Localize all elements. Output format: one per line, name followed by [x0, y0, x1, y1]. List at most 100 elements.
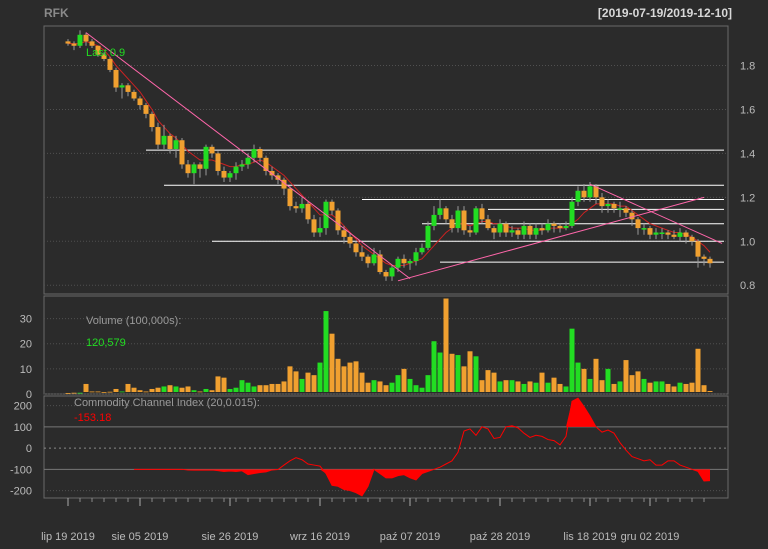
candle — [707, 258, 713, 264]
candle — [293, 206, 299, 209]
volume-bar — [113, 388, 119, 392]
volume-bar — [359, 372, 365, 392]
candle — [581, 190, 587, 198]
x-tick-label: sie 26 2019 — [202, 531, 259, 543]
candle — [191, 164, 197, 174]
volume-bar — [707, 390, 713, 392]
price-tick-label: 1.0 — [740, 236, 755, 248]
candle — [161, 135, 167, 145]
candle — [353, 243, 359, 253]
volume-bar — [65, 392, 71, 394]
volume-bar — [389, 382, 395, 392]
volume-bar — [551, 377, 557, 392]
volume-bar — [413, 385, 419, 392]
candle — [329, 201, 335, 211]
volume-bar — [617, 381, 623, 392]
candle — [503, 223, 509, 233]
candle — [515, 230, 521, 235]
volume-bar — [263, 385, 269, 392]
candle — [197, 164, 203, 169]
volume-bar — [605, 368, 611, 392]
volume-bar — [221, 377, 227, 392]
volume-bar — [347, 362, 353, 392]
candle — [425, 225, 431, 248]
candle — [563, 225, 569, 229]
volume-bar — [521, 383, 527, 392]
candle — [677, 232, 683, 237]
price-panel — [43, 25, 729, 295]
volume-bar — [317, 362, 323, 392]
volume-bar — [83, 383, 89, 392]
cci-tick-label: -100 — [10, 464, 32, 476]
candle — [77, 34, 83, 46]
price-tick-label: 1.4 — [740, 148, 755, 160]
volume-bar — [329, 333, 335, 392]
price-tick-label: 1.8 — [740, 61, 755, 73]
volume-bar — [437, 352, 443, 392]
volume-bar — [119, 391, 125, 393]
volume-bar — [71, 392, 77, 394]
candle — [317, 228, 323, 233]
volume-bar — [557, 383, 563, 392]
price-tick-label: 1.2 — [740, 192, 755, 204]
candle — [227, 173, 233, 178]
volume-bar — [563, 386, 569, 392]
candle — [485, 219, 491, 229]
volume-bar — [647, 382, 653, 392]
volume-bar — [509, 380, 515, 392]
candle — [695, 241, 701, 257]
volume-bar — [89, 391, 95, 393]
volume-bar — [185, 386, 191, 392]
candle — [89, 41, 95, 46]
candle — [251, 149, 257, 158]
candle — [635, 219, 641, 229]
volume-bar — [257, 385, 263, 392]
volume-bar — [659, 381, 665, 392]
last-price-label: Last 0.9 — [86, 47, 125, 59]
candle — [239, 164, 245, 167]
volume-bar — [593, 358, 599, 392]
candle — [671, 234, 677, 237]
candle — [155, 127, 161, 145]
volume-bar — [239, 380, 245, 392]
cci-title: Commodity Channel Index (20,0.015): — [74, 397, 260, 409]
candle — [647, 228, 653, 235]
candle — [509, 230, 515, 233]
volume-bar — [611, 383, 617, 392]
candle — [335, 210, 341, 231]
stock-chart: 0.8 1.0 1.2 1.4 1.6 1.8 Last 0.9 0 10 20 30 Volume … — [10, 25, 755, 543]
candle — [359, 252, 365, 257]
volume-bar — [209, 390, 215, 392]
volume-bar — [305, 372, 311, 392]
volume-bar — [191, 390, 197, 392]
volume-bar — [287, 366, 293, 392]
volume-bar — [527, 381, 533, 392]
volume-bar — [443, 298, 449, 392]
volume-bar — [479, 380, 485, 392]
volume-bar — [293, 371, 299, 392]
candle — [497, 223, 503, 233]
volume-bar — [635, 371, 641, 392]
candle — [107, 58, 113, 70]
cci-tick-label: 100 — [14, 422, 32, 434]
candle — [419, 247, 425, 253]
volume-bar — [401, 368, 407, 392]
volume-bar — [449, 353, 455, 392]
volume-bar — [353, 361, 359, 392]
volume-bar — [173, 386, 179, 392]
candle — [449, 219, 455, 229]
volume-bar — [341, 366, 347, 392]
volume-bar — [203, 388, 209, 392]
volume-bar — [629, 375, 635, 392]
candle — [557, 225, 563, 229]
volume-bar — [485, 370, 491, 392]
candle — [137, 98, 143, 106]
candle — [371, 254, 377, 264]
volume-bar — [365, 382, 371, 392]
candle — [245, 157, 251, 165]
candle — [521, 225, 527, 235]
candle — [299, 203, 305, 209]
volume-bar — [251, 386, 257, 392]
candle — [149, 113, 155, 128]
candle — [125, 85, 131, 92]
